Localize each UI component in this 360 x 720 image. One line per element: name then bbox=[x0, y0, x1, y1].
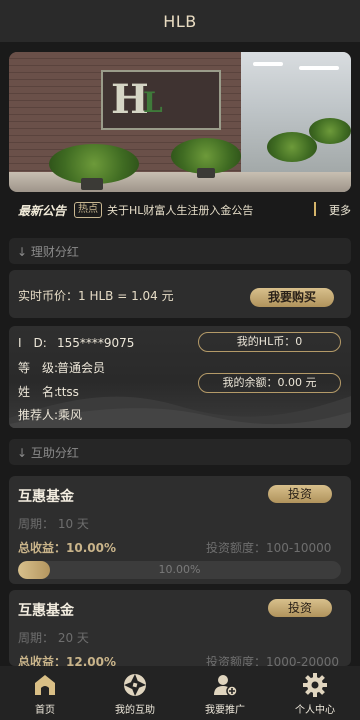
fund-card: 互惠基金 投资 周期： 10 天 总收益：10.00% 投资额度：100-100… bbox=[9, 476, 351, 584]
notice-text[interactable]: 关于HL财富人生注册入金公告 bbox=[107, 202, 253, 218]
tab-label: 首页 bbox=[35, 705, 55, 716]
home-icon bbox=[35, 675, 55, 695]
fund-total-income: 总收益：12.00% bbox=[18, 655, 116, 666]
fund-period: 周期： 10 天 bbox=[18, 517, 89, 531]
fund-name: 互惠基金 bbox=[18, 603, 74, 619]
fund-quota: 投资额度：100-10000 bbox=[206, 541, 332, 555]
fund-progress-bar: 10.00% bbox=[18, 561, 341, 579]
banner-image[interactable]: H L bbox=[9, 52, 351, 192]
fund-total-income: 总收益：10.00% bbox=[18, 541, 116, 555]
user-level-row: 等 级:普通会员 bbox=[18, 361, 106, 375]
app-header: HLB bbox=[0, 0, 360, 42]
section-finance-dividend: ↓ 理财分红 bbox=[9, 238, 351, 264]
invest-button[interactable]: 投资 bbox=[268, 485, 332, 503]
fund-progress-label: 10.00% bbox=[158, 563, 201, 576]
plant bbox=[309, 118, 351, 144]
pot bbox=[197, 168, 215, 178]
my-balance-button[interactable]: 我的余额：0.00 元 bbox=[198, 373, 341, 393]
fund-card: 互惠基金 投资 周期： 20 天 总收益：12.00% 投资额度：1000-20… bbox=[9, 590, 351, 666]
tab-personal-center[interactable]: 个人中心 bbox=[270, 666, 360, 720]
referrer-row: 推荐人:乘风 bbox=[18, 408, 83, 422]
tab-label: 个人中心 bbox=[295, 705, 335, 716]
more-link[interactable]: 更多 bbox=[329, 202, 351, 218]
notice-divider bbox=[314, 202, 316, 216]
company-logo-sign: H L bbox=[101, 70, 221, 130]
ceiling-light bbox=[299, 66, 339, 70]
gear-icon bbox=[303, 673, 327, 697]
plant bbox=[267, 132, 317, 162]
app-title: HLB bbox=[163, 11, 197, 31]
notice-title: 最新公告 bbox=[18, 203, 67, 218]
my-hl-coin-button[interactable]: 我的HL币：0 bbox=[198, 332, 341, 352]
tab-label: 我要推广 bbox=[205, 705, 245, 716]
ceiling-light bbox=[253, 62, 283, 66]
notice-bar[interactable]: 最新公告 热点 关于HL财富人生注册入金公告 更多 bbox=[9, 196, 351, 224]
invest-button[interactable]: 投资 bbox=[268, 599, 332, 617]
fund-name: 互惠基金 bbox=[18, 489, 74, 505]
pot bbox=[81, 178, 103, 190]
aperture-icon bbox=[124, 674, 146, 696]
price-card: 实时币价：1 HLB = 1.04 元 我要购买 bbox=[9, 270, 351, 318]
fund-quota: 投资额度：1000-20000 bbox=[206, 655, 340, 666]
fund-period: 周期： 20 天 bbox=[18, 631, 89, 645]
user-info-card: I D: 155****9075 等 级:普通会员 姓 名:ttss 推荐人:乘风… bbox=[9, 326, 351, 428]
tab-promote[interactable]: 我要推广 bbox=[180, 666, 270, 720]
realtime-price: 实时币价：1 HLB = 1.04 元 bbox=[18, 289, 174, 303]
tab-label: 我的互助 bbox=[115, 705, 155, 716]
add-user-icon bbox=[214, 675, 238, 697]
hot-tag: 热点 bbox=[74, 202, 103, 218]
tab-my-mutual-aid[interactable]: 我的互助 bbox=[90, 666, 180, 720]
user-name-row: 姓 名:ttss bbox=[18, 385, 79, 399]
buy-button[interactable]: 我要购买 bbox=[250, 288, 334, 307]
user-id-row: I D: 155****9075 bbox=[18, 336, 135, 350]
section-mutual-dividend: ↓ 互助分红 bbox=[9, 439, 351, 465]
bottom-tab-bar: 首页 我的互助 我要推广 个人中心 bbox=[0, 666, 360, 720]
tab-home[interactable]: 首页 bbox=[0, 666, 90, 720]
